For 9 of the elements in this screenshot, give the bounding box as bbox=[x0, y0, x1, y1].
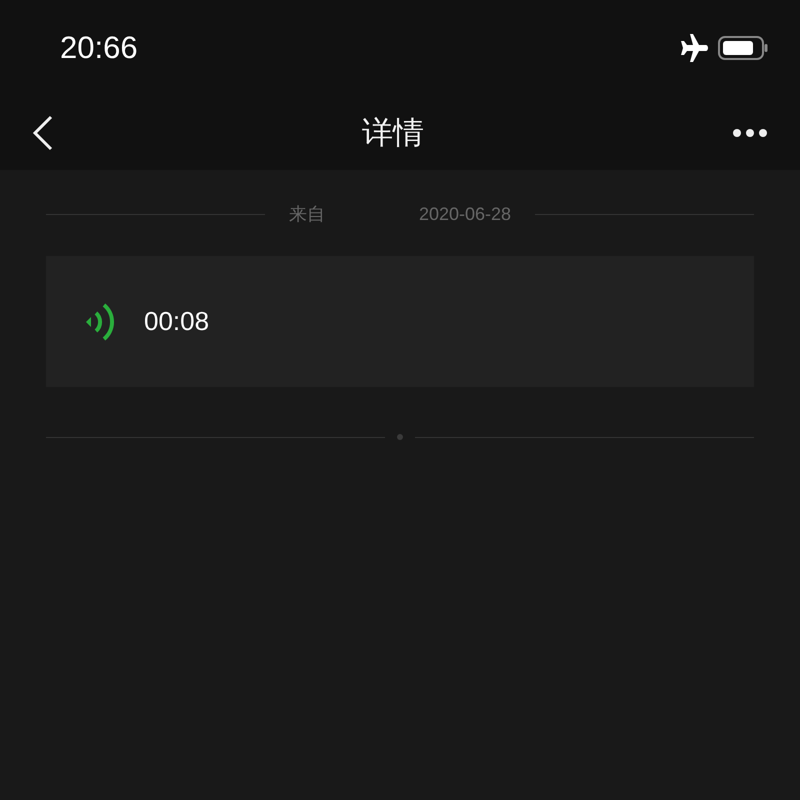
status-time: 20:66 bbox=[60, 30, 139, 66]
back-icon[interactable] bbox=[32, 114, 54, 150]
voice-duration: 00:08 bbox=[144, 306, 210, 337]
page-title: 详情 bbox=[361, 114, 425, 152]
source-label: 来自 bbox=[288, 203, 325, 226]
battery-icon bbox=[718, 36, 768, 60]
date-label: 2020-06-28 bbox=[418, 204, 512, 224]
more-icon[interactable] bbox=[732, 128, 768, 138]
voice-message-card[interactable]: 00:08 bbox=[46, 256, 754, 387]
